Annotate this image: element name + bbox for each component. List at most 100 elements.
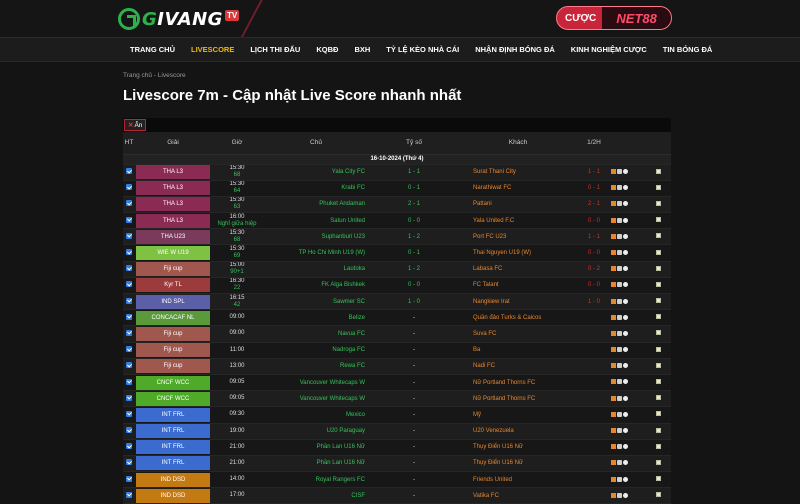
table-row[interactable]: THA U23 15:30 68 Suphanburi U23 1 - 2 Port FC… [123,228,671,246]
lineup-icon[interactable] [623,492,628,498]
table-row[interactable]: THA L3 15:30 64 Krabi FC 0 - 1 Narathiwat FC 0… [123,180,671,197]
analysis-icon[interactable] [611,379,616,385]
lineup-icon[interactable] [623,444,628,450]
home-team[interactable]: FK Alga Bishkek [263,277,369,295]
home-team[interactable]: Vancouver Whitecaps W [263,390,369,408]
away-team[interactable]: Friends United [459,471,577,489]
league-badge[interactable]: CNCF WCC [136,375,210,390]
table-row[interactable]: INT FRL 09:30 Mexico - Mỹ [123,406,671,424]
away-team[interactable]: Thai Nguyen U19 (W) [459,244,577,262]
match-score[interactable]: - [369,309,459,327]
favorite-checkbox[interactable] [655,200,661,206]
match-score[interactable]: 1 - 0 [369,293,459,311]
league-badge[interactable]: Fiji cup [136,343,210,358]
league-badge[interactable]: Fiji cup [136,262,210,277]
away-team[interactable]: Suva FC [459,325,577,343]
nav-item-7[interactable]: KINH NGHIỆM CƯỢC [563,45,655,54]
home-team[interactable]: CISF [263,487,369,504]
favorite-checkbox[interactable] [655,395,661,401]
league-badge[interactable]: CONCACAF NL [136,310,210,325]
match-score[interactable]: - [369,374,459,392]
analysis-icon[interactable] [611,395,616,401]
away-team[interactable]: Nangkiew Irat [459,293,577,311]
lineup-icon[interactable] [623,395,628,401]
league-badge[interactable]: WIE W U19 [136,246,210,261]
odds-icon[interactable] [617,444,622,450]
lineup-icon[interactable] [623,330,628,336]
table-row[interactable]: THA L3 15:30 68 Yala City FC 1 - 1 Surat Than… [123,164,671,181]
analysis-icon[interactable] [611,249,616,255]
analysis-icon[interactable] [611,460,616,466]
away-team[interactable]: Nadi FC [459,358,577,375]
nav-item-0[interactable]: TRANG CHỦ [122,45,183,54]
row-checkbox[interactable] [126,249,132,256]
analysis-icon[interactable] [611,217,616,223]
table-row[interactable]: Fiji cup 15:00 90+1 Lautoka 1 - 2 Labasa FC 0 … [123,261,671,278]
league-badge[interactable]: THA L3 [136,181,210,196]
favorite-checkbox[interactable] [655,459,661,465]
analysis-icon[interactable] [611,492,616,498]
league-badge[interactable]: THA L3 [136,197,210,212]
odds-icon[interactable] [617,330,622,336]
table-row[interactable]: CNCF WCC 09:05 Vancouver Whitecaps W - Nữ Po… [123,374,671,392]
analysis-icon[interactable] [611,363,616,369]
away-team[interactable]: Port FC U23 [459,228,577,246]
table-row[interactable]: WIE W U19 15:30 69 TP Ho Chi Minh U19 (W) 0 … [123,244,671,262]
table-row[interactable]: THA L3 15:30 63 Phuket Andaman 2 - 1 Pattani 2… [123,196,671,214]
row-checkbox[interactable] [126,427,132,434]
row-checkbox[interactable] [126,362,132,369]
favorite-checkbox[interactable] [655,492,661,498]
nav-item-6[interactable]: NHẬN ĐỊNH BÓNG ĐÁ [467,45,563,54]
row-checkbox[interactable] [126,459,132,466]
odds-icon[interactable] [617,460,622,466]
favorite-checkbox[interactable] [655,298,661,304]
table-row[interactable]: IND DSD 17:00 CISF - Vatika FC [123,487,671,504]
match-score[interactable]: - [369,455,459,473]
home-team[interactable]: Sawmer SC [263,293,369,311]
odds-icon[interactable] [617,266,622,272]
favorite-checkbox[interactable] [655,362,661,368]
analysis-icon[interactable] [611,282,616,288]
favorite-checkbox[interactable] [655,168,661,174]
league-badge[interactable]: THA U23 [136,229,210,244]
favorite-checkbox[interactable] [655,217,661,223]
match-score[interactable]: - [369,406,459,424]
match-score[interactable]: 1 - 2 [369,261,459,278]
table-row[interactable]: Fiji cup 13:00 Rewa FC - Nadi FC [123,358,671,375]
table-row[interactable]: IND SPL 16:15 42 Sawmer SC 1 - 0 Nangkiew Ira… [123,293,671,311]
away-team[interactable]: Pattani [459,196,577,214]
odds-icon[interactable] [617,476,622,482]
row-checkbox[interactable] [126,265,132,272]
home-team[interactable]: Mexico [263,406,369,424]
lineup-icon[interactable] [623,428,628,434]
analysis-icon[interactable] [611,428,616,434]
match-score[interactable]: - [369,471,459,489]
favorite-checkbox[interactable] [655,346,661,352]
row-checkbox[interactable] [126,443,132,450]
league-badge[interactable]: CNCF WCC [136,391,210,406]
league-badge[interactable]: IND DSD [136,472,210,487]
match-score[interactable]: - [369,390,459,408]
table-row[interactable]: INT FRL 19:00 U20 Paraguay - U20 Venezuela [123,423,671,440]
home-team[interactable]: Phần Lan U16 Nữ [263,439,369,456]
favorite-checkbox[interactable] [655,314,661,320]
nav-item-4[interactable]: BXH [346,45,378,54]
match-score[interactable]: - [369,325,459,343]
lineup-icon[interactable] [623,169,628,175]
net88-banner[interactable]: CƯỢC NET88 [556,6,672,30]
favorite-checkbox[interactable] [655,281,661,287]
nav-item-8[interactable]: TIN BÓNG ĐÁ [655,45,721,54]
table-row[interactable]: CNCF WCC 09:05 Vancouver Whitecaps W - Nữ Po… [123,390,671,408]
row-checkbox[interactable] [126,313,132,320]
home-team[interactable]: Belize [263,309,369,327]
analysis-icon[interactable] [611,169,616,175]
league-badge[interactable]: INT FRL [136,407,210,422]
favorite-checkbox[interactable] [655,330,661,336]
table-row[interactable]: THA L3 16:00 Nghỉ giữa hiệp Satun United 0 -… [123,212,671,230]
odds-icon[interactable] [617,363,622,369]
odds-icon[interactable] [617,282,622,288]
match-score[interactable]: 1 - 1 [369,164,459,181]
table-row[interactable]: IND DSD 14:00 Royal Rangers FC - Friends Uni… [123,471,671,489]
match-score[interactable]: - [369,487,459,504]
nav-item-2[interactable]: LỊCH THI ĐẤU [242,45,308,54]
